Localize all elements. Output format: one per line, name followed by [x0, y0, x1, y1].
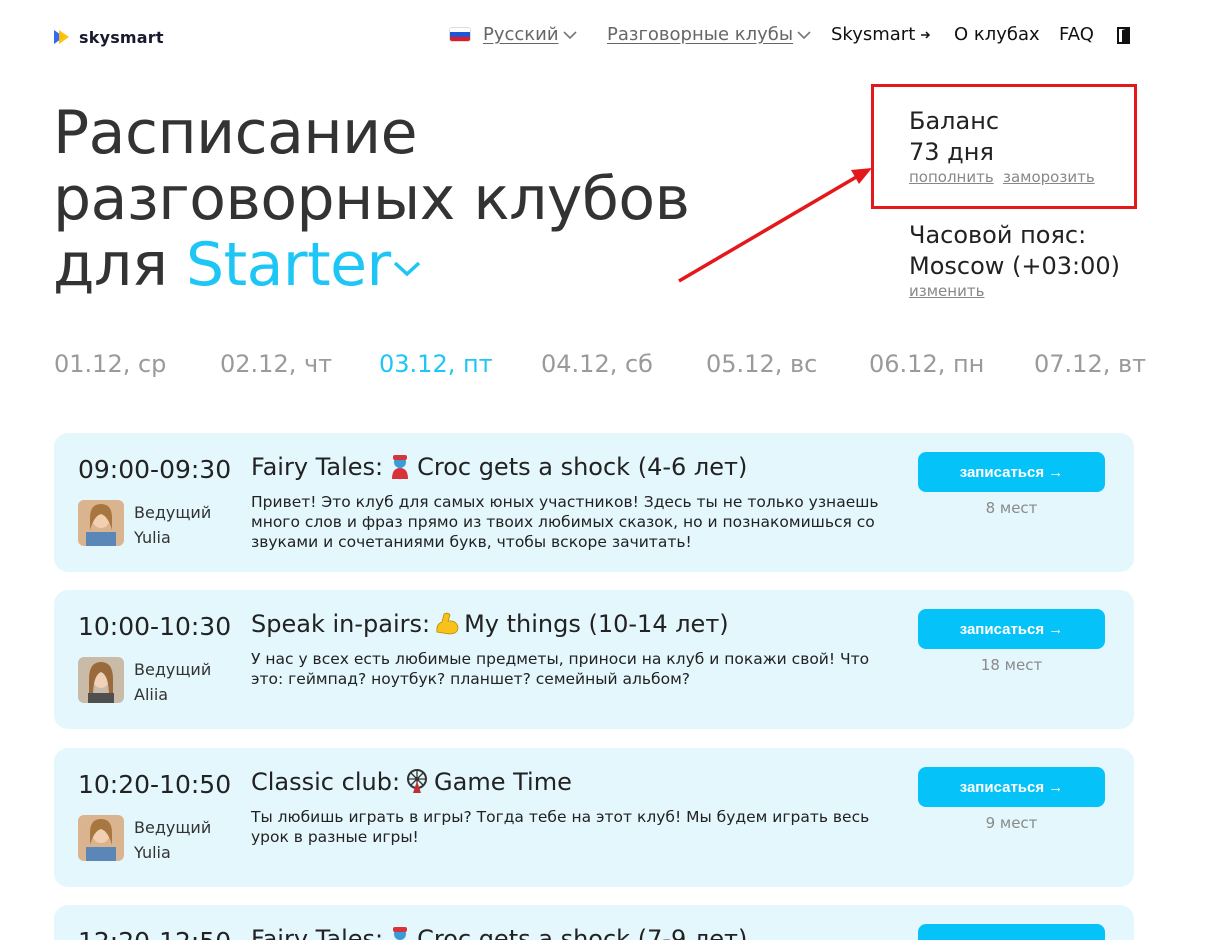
- club-type: Fairy Tales:: [251, 453, 384, 481]
- club-title: Fairy Tales: Croc gets a shock (4-6 лет): [251, 453, 747, 481]
- club-description: Ты любишь играть в игры? Тогда тебе на э…: [251, 808, 870, 846]
- club-card: 10:00-10:30 Ведущий Aliia Speak in-pairs…: [54, 590, 1134, 729]
- club-description: У нас у всех есть любимые предметы, прин…: [251, 650, 870, 688]
- club-title: Speak in-pairs: My things (10-14 лет): [251, 610, 729, 638]
- host-avatar: [78, 500, 124, 546]
- host-avatar: [78, 657, 124, 703]
- club-type: Fairy Tales:: [251, 925, 384, 940]
- club-time: 09:00-09:30: [78, 455, 232, 484]
- seats-count: 8 мест: [985, 499, 1038, 517]
- balance-label: Баланс: [909, 107, 1000, 135]
- clubs-menu-label: Разговорные клубы: [607, 24, 794, 45]
- club-time: 10:20-10:50: [78, 770, 232, 799]
- club-card: 09:00-09:30 Ведущий Yulia Fairy Tales: Cr…: [54, 433, 1134, 572]
- signup-button[interactable]: записаться →: [918, 452, 1105, 492]
- club-topic: Croc gets a shock (7-9 лет): [417, 925, 748, 940]
- club-topic: My things (10-14 лет): [464, 610, 729, 638]
- level-selector[interactable]: Starter: [186, 230, 423, 300]
- russia-flag-icon: [449, 27, 471, 42]
- language-label: Русский: [483, 24, 559, 45]
- logout-icon: [1117, 27, 1130, 44]
- about-clubs-link[interactable]: О клубах: [954, 24, 1040, 45]
- skysmart-link[interactable]: Skysmart: [831, 24, 933, 45]
- genie-icon: [392, 455, 409, 479]
- balance-value: 73 дня: [909, 138, 994, 166]
- faq-link[interactable]: FAQ: [1059, 24, 1094, 45]
- faq-label: FAQ: [1059, 24, 1094, 45]
- seats-count: 9 мест: [985, 814, 1038, 832]
- host-label: Ведущий: [134, 818, 212, 837]
- host-name: Yulia: [134, 843, 171, 862]
- timezone-value: Moscow (+03:00): [909, 252, 1121, 280]
- date-tab[interactable]: 05.12, вс: [706, 350, 817, 378]
- about-clubs-label: О клубах: [954, 24, 1040, 45]
- language-selector[interactable]: Русский: [449, 24, 578, 45]
- club-title: Classic club: Game Time: [251, 768, 572, 796]
- date-tab[interactable]: 02.12, чт: [220, 350, 332, 378]
- date-tab[interactable]: 07.12, вт: [1034, 350, 1146, 378]
- skysmart-link-label: Skysmart: [831, 24, 916, 45]
- club-card: 12:20-12:50 Fairy Tales: Croc gets a shoc…: [54, 905, 1134, 940]
- club-topic: Game Time: [434, 768, 572, 796]
- site-header: skysmart Русский Разговорные клубы Skysm…: [0, 0, 1211, 76]
- flexed-biceps-icon: [436, 612, 459, 635]
- club-card: 10:20-10:50 Ведущий Yulia Classic club: G…: [54, 748, 1134, 887]
- host-label: Ведущий: [134, 503, 212, 522]
- timezone-label: Часовой пояс:: [909, 221, 1087, 249]
- freeze-link[interactable]: заморозить: [1003, 168, 1095, 186]
- chevron-down-icon: [563, 30, 577, 39]
- ferris-wheel-icon: [407, 769, 428, 793]
- club-time: 12:20-12:50: [78, 927, 231, 940]
- page-title: Расписание разговорных клубов для Starte…: [53, 100, 753, 298]
- club-type: Speak in-pairs:: [251, 610, 431, 638]
- host-name: Aliia: [134, 685, 169, 704]
- signup-button[interactable]: [918, 924, 1105, 940]
- date-tab[interactable]: 04.12, сб: [541, 350, 653, 378]
- change-timezone-link[interactable]: изменить: [909, 282, 984, 300]
- club-title: Fairy Tales: Croc gets a shock (7-9 лет): [251, 925, 747, 940]
- host-avatar: [78, 815, 124, 861]
- top-nav: Русский Разговорные клубы Skysmart О клу…: [0, 24, 1211, 50]
- logout-button[interactable]: [1117, 27, 1131, 45]
- date-tabs: 01.12, ср 02.12, чт 03.12, пт 04.12, сб …: [0, 350, 1211, 386]
- seats-count: 18 мест: [980, 656, 1043, 674]
- chevron-down-icon: [393, 262, 420, 277]
- arrow-right-icon: [921, 30, 931, 39]
- club-type: Classic club:: [251, 768, 401, 796]
- host-name: Yulia: [134, 528, 171, 547]
- title-prefix: для: [53, 230, 168, 300]
- date-tab[interactable]: 06.12, пн: [869, 350, 984, 378]
- topup-link[interactable]: пополнить: [909, 168, 994, 186]
- genie-icon: [393, 927, 408, 940]
- title-line-2: разговорных клубов: [53, 164, 690, 234]
- host-label: Ведущий: [134, 660, 212, 679]
- title-line-1: Расписание: [53, 98, 418, 168]
- level-label: Starter: [186, 230, 391, 300]
- club-topic: Croc gets a shock (4-6 лет): [417, 453, 748, 481]
- date-tab[interactable]: 01.12, ср: [54, 350, 166, 378]
- signup-button[interactable]: записаться →: [918, 609, 1105, 649]
- date-tab-active[interactable]: 03.12, пт: [379, 350, 493, 378]
- club-time: 10:00-10:30: [78, 612, 232, 641]
- club-description: Привет! Это клуб для самых юных участник…: [251, 493, 879, 551]
- clubs-menu[interactable]: Разговорные клубы: [607, 24, 812, 45]
- chevron-down-icon: [797, 30, 811, 39]
- signup-button[interactable]: записаться →: [918, 767, 1105, 807]
